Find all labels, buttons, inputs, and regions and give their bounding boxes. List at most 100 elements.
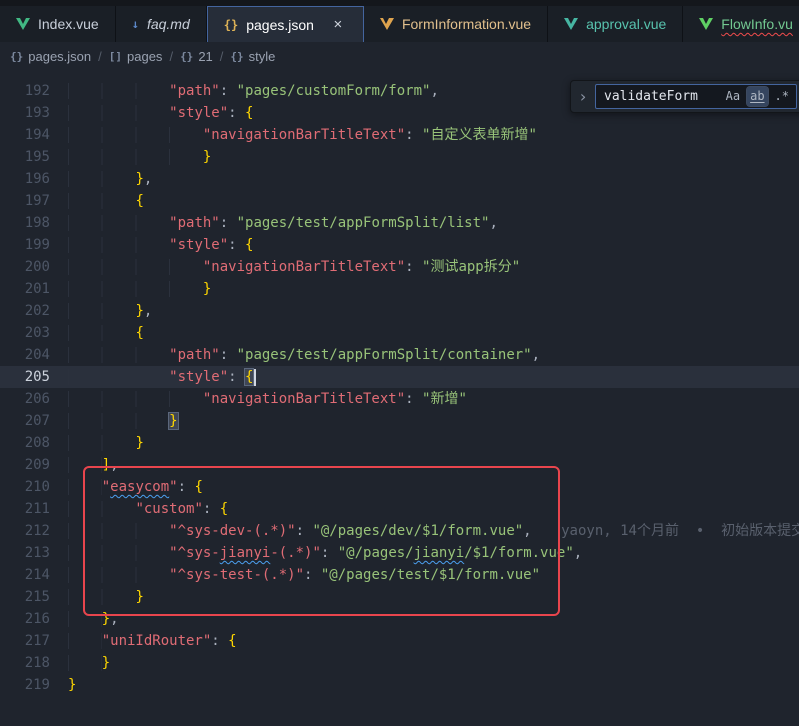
breadcrumb-item-pages-json[interactable]: {}pages.json [10, 49, 91, 64]
line-content: "style": { [68, 366, 256, 388]
code-line-211[interactable]: 211 "custom": { [0, 498, 799, 520]
line-content: "path": "pages/test/appFormSplit/list", [68, 212, 498, 234]
line-content: "style": { [68, 234, 253, 256]
line-content: } [68, 432, 144, 454]
code-line-219[interactable]: 219} [0, 674, 799, 696]
line-content: "uniIdRouter": { [68, 630, 237, 652]
close-tab-icon[interactable]: × [329, 16, 347, 34]
breadcrumb-item-21[interactable]: {}21 [180, 49, 213, 64]
vue-icon [699, 18, 713, 30]
line-number: 192 [0, 80, 50, 102]
code-line-218[interactable]: 218 } [0, 652, 799, 674]
line-number: 209 [0, 454, 50, 476]
breadcrumb-label: pages [127, 49, 162, 64]
code-line-200[interactable]: 200 "navigationBarTitleText": "测试app拆分" [0, 256, 799, 278]
code-line-209[interactable]: 209 ], [0, 454, 799, 476]
line-number: 213 [0, 542, 50, 564]
breadcrumb-separator: / [98, 49, 102, 64]
line-number: 201 [0, 278, 50, 300]
line-number: 207 [0, 410, 50, 432]
line-number: 212 [0, 520, 50, 542]
code-line-205[interactable]: 205 "style": { [0, 366, 799, 388]
line-content: } [68, 410, 178, 432]
code-line-217[interactable]: 217 "uniIdRouter": { [0, 630, 799, 652]
line-number: 195 [0, 146, 50, 168]
line-number: 216 [0, 608, 50, 630]
line-number: 208 [0, 432, 50, 454]
text-cursor [254, 369, 256, 386]
line-content: }, [68, 168, 152, 190]
line-content: "^sys-test-(.*)": "@/pages/test/$1/form.… [68, 564, 540, 586]
line-number: 206 [0, 388, 50, 410]
braces-icon: {} [10, 50, 23, 63]
brackets-icon: [] [109, 50, 122, 63]
line-number: 200 [0, 256, 50, 278]
breadcrumb-label: 21 [198, 49, 212, 64]
line-content: } [68, 586, 144, 608]
toggle-replace-chevron-icon[interactable]: › [577, 89, 589, 105]
code-line-208[interactable]: 208 } [0, 432, 799, 454]
line-content: "navigationBarTitleText": "自定义表单新增" [68, 124, 537, 146]
code-line-206[interactable]: 206 "navigationBarTitleText": "新增" [0, 388, 799, 410]
line-content: } [68, 652, 110, 674]
line-number: 196 [0, 168, 50, 190]
line-number: 218 [0, 652, 50, 674]
tab-label: Index.vue [38, 16, 99, 32]
git-blame-annotation: yaoyn, 14个月前 • 初始版本提交 [561, 523, 799, 539]
tab-flowinfo-vu[interactable]: FlowInfo.vu [683, 6, 799, 42]
code-line-198[interactable]: 198 "path": "pages/test/appFormSplit/lis… [0, 212, 799, 234]
breadcrumb-separator: / [220, 49, 224, 64]
line-content: "navigationBarTitleText": "测试app拆分" [68, 256, 520, 278]
code-line-204[interactable]: 204 "path": "pages/test/appFormSplit/con… [0, 344, 799, 366]
code-line-214[interactable]: 214 "^sys-test-(.*)": "@/pages/test/$1/f… [0, 564, 799, 586]
tab-pages-json[interactable]: {}pages.json× [207, 6, 364, 42]
code-line-216[interactable]: 216 }, [0, 608, 799, 630]
breadcrumb-item-pages[interactable]: [] pages [109, 49, 163, 64]
tab-faq-md[interactable]: ↓faq.md [116, 6, 207, 42]
line-number: 197 [0, 190, 50, 212]
code-line-202[interactable]: 202 }, [0, 300, 799, 322]
code-line-213[interactable]: 213 "^sys-jianyi-(.*)": "@/pages/jianyi/… [0, 542, 799, 564]
find-input[interactable]: validateForm Aaab.* [595, 84, 797, 109]
line-content: { [68, 190, 144, 212]
line-content: }, [68, 300, 152, 322]
line-number: 217 [0, 630, 50, 652]
regex-button[interactable]: .* [772, 87, 792, 105]
line-content: "easycom": { [68, 476, 203, 498]
code-line-199[interactable]: 199 "style": { [0, 234, 799, 256]
tab-approval-vue[interactable]: approval.vue [548, 6, 683, 42]
line-content: "style": { [68, 102, 253, 124]
whole-word-button[interactable]: ab [747, 87, 767, 105]
code-line-207[interactable]: 207 } [0, 410, 799, 432]
line-number: 193 [0, 102, 50, 124]
vue-icon [16, 18, 30, 30]
tab-forminformation-vue[interactable]: FormInformation.vue [364, 6, 548, 42]
code-line-196[interactable]: 196 }, [0, 168, 799, 190]
code-line-210[interactable]: 210 "easycom": { [0, 476, 799, 498]
code-line-197[interactable]: 197 { [0, 190, 799, 212]
code-line-215[interactable]: 215 } [0, 586, 799, 608]
tab-label: FormInformation.vue [402, 16, 531, 32]
line-content: "custom": { [68, 498, 228, 520]
code-line-212[interactable]: 212 "^sys-dev-(.*)": "@/pages/dev/$1/for… [0, 520, 799, 542]
line-content: } [68, 674, 76, 696]
find-widget: › validateForm Aaab.* [570, 80, 799, 113]
breadcrumb-item-style[interactable]: {}style [230, 49, 275, 64]
line-content: "^sys-jianyi-(.*)": "@/pages/jianyi/$1/f… [68, 542, 582, 564]
line-content: "navigationBarTitleText": "新增" [68, 388, 467, 410]
code-line-203[interactable]: 203 { [0, 322, 799, 344]
line-number: 210 [0, 476, 50, 498]
line-content: } [68, 146, 211, 168]
tab-index-vue[interactable]: Index.vue [0, 6, 116, 42]
code-line-194[interactable]: 194 "navigationBarTitleText": "自定义表单新增" [0, 124, 799, 146]
code-line-195[interactable]: 195 } [0, 146, 799, 168]
line-content: }, [68, 608, 119, 630]
match-case-button[interactable]: Aa [723, 87, 743, 105]
line-content: "path": "pages/customForm/form", [68, 80, 439, 102]
line-number: 202 [0, 300, 50, 322]
code-line-201[interactable]: 201 } [0, 278, 799, 300]
code-editor[interactable]: 192 "path": "pages/customForm/form",193 … [0, 70, 799, 726]
tab-bar: Index.vue ↓faq.md{}pages.json× FormInforma… [0, 0, 799, 42]
line-number: 211 [0, 498, 50, 520]
line-number: 219 [0, 674, 50, 696]
